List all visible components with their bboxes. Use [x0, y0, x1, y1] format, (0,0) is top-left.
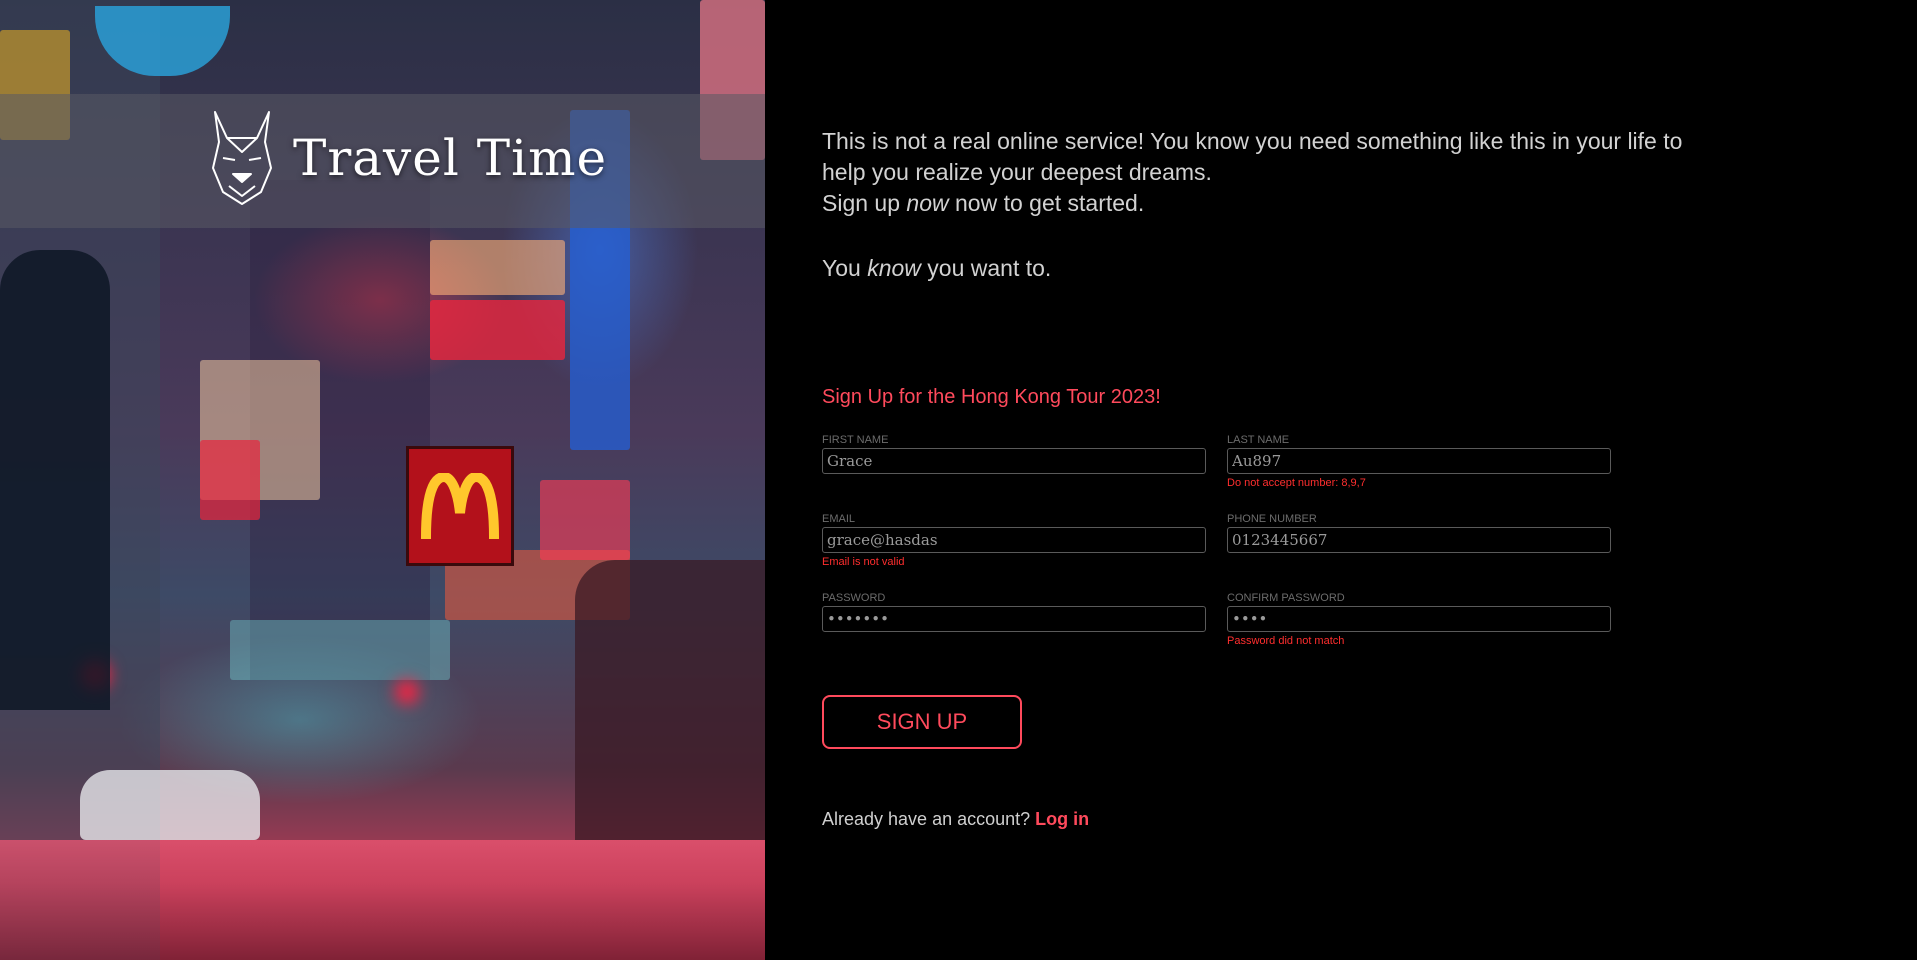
- intro-line-3: You know you want to.: [822, 255, 1052, 281]
- password-field[interactable]: [822, 606, 1206, 632]
- first-name-label: First Name: [822, 434, 889, 446]
- confirm-password-field[interactable]: [1227, 606, 1611, 632]
- phone-group: Phone Number: [1227, 513, 1611, 553]
- dog-head-icon: [212, 111, 272, 205]
- password-label: Password: [822, 592, 886, 604]
- email-group: Email Email is not valid: [822, 513, 1206, 568]
- last-name-field[interactable]: [1227, 448, 1611, 474]
- first-name-field[interactable]: [822, 448, 1206, 474]
- intro-line-2: Sign up now now to get started.: [822, 190, 1145, 216]
- brand-name: Travel Time: [293, 129, 608, 187]
- intro-text: This is not a real online service! You k…: [822, 126, 1722, 284]
- sign-up-button[interactable]: SIGN UP: [822, 695, 1022, 749]
- intro-line-1: This is not a real online service! You k…: [822, 128, 1683, 185]
- email-error: Email is not valid: [822, 556, 905, 568]
- login-prompt-text: Already have an account?: [822, 809, 1036, 829]
- mcdonalds-sign: [406, 446, 514, 566]
- golden-arches-icon: [420, 473, 500, 539]
- log-in-link[interactable]: Log in: [1035, 809, 1089, 829]
- confirm-password-error: Password did not match: [1227, 635, 1345, 647]
- brand[interactable]: Travel Time: [205, 108, 607, 208]
- login-prompt: Already have an account? Log in: [822, 809, 1089, 830]
- last-name-group: Last Name Do not accept number: 8,9,7: [1227, 434, 1611, 489]
- last-name-error: Do not accept number: 8,9,7: [1227, 477, 1366, 489]
- email-field[interactable]: [822, 527, 1206, 553]
- last-name-label: Last Name: [1227, 434, 1290, 446]
- phone-field[interactable]: [1227, 527, 1611, 553]
- first-name-group: First Name: [822, 434, 1206, 474]
- confirm-password-group: Confirm Password Password did not match: [1227, 592, 1611, 647]
- password-group: Password: [822, 592, 1206, 632]
- confirm-password-label: Confirm Password: [1227, 592, 1345, 604]
- email-label: Email: [822, 513, 856, 525]
- phone-label: Phone Number: [1227, 513, 1317, 525]
- form-title: Sign Up for the Hong Kong Tour 2023!: [822, 386, 1161, 408]
